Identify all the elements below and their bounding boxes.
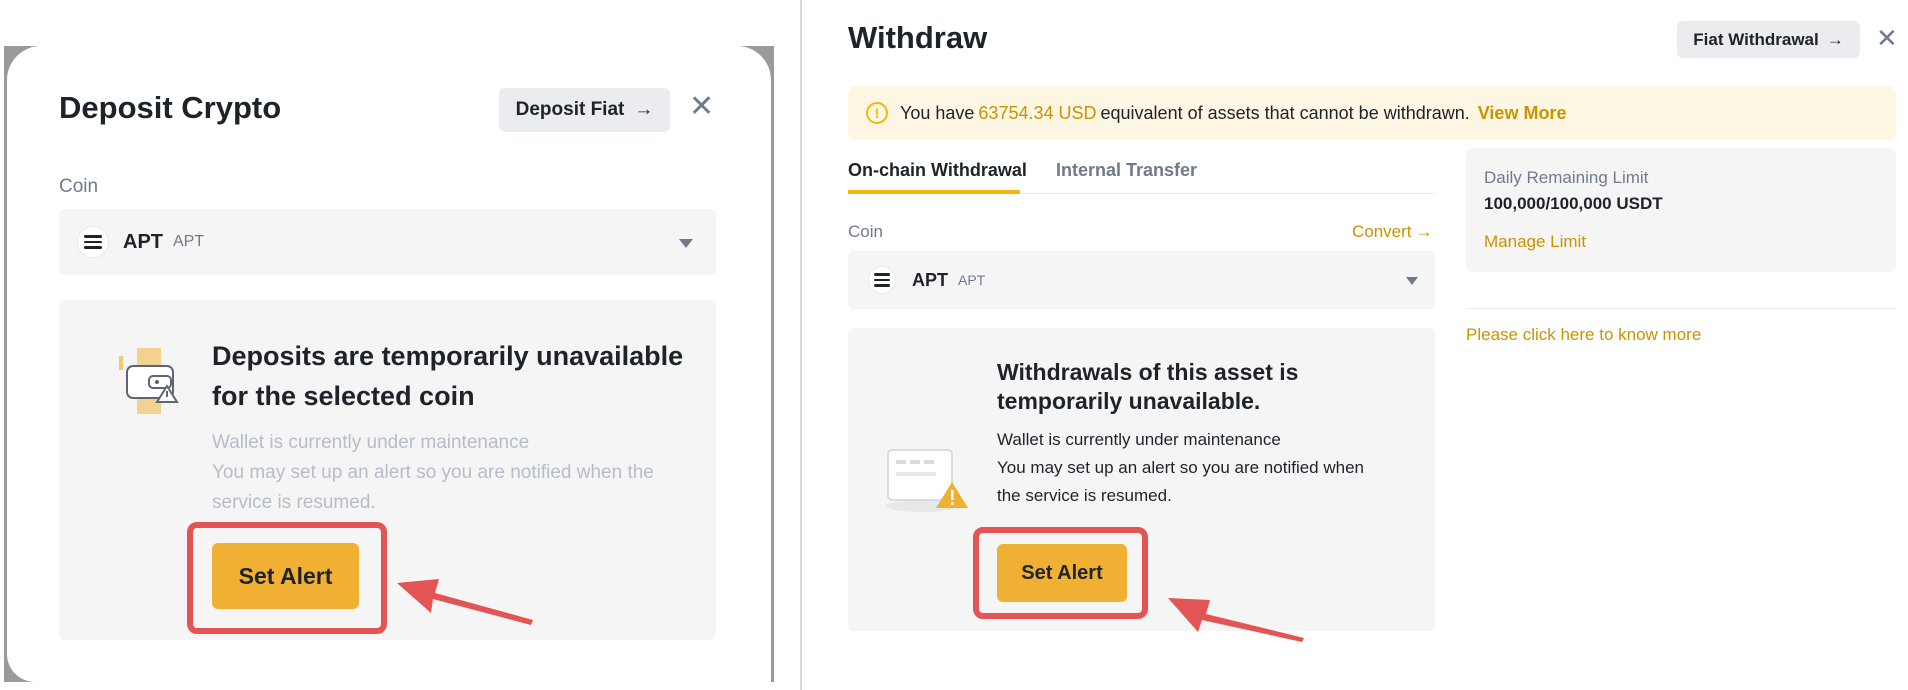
coin-name: APT: [912, 269, 948, 290]
highlight-box: [973, 527, 1148, 619]
withdraw-warning-banner: ! You have 63754.34 USD equivalent of as…: [848, 86, 1896, 140]
annotation-arrow: [1168, 598, 1304, 642]
coin-select[interactable]: APT APT: [848, 251, 1435, 309]
arrow-right-icon: →: [634, 99, 654, 120]
deposit-crypto-modal: Deposit Crypto Deposit Fiat → ✕ Coin APT…: [7, 46, 771, 682]
coin-name: APT: [123, 230, 163, 253]
arrow-right-icon: →: [1415, 222, 1433, 241]
coin-select[interactable]: APT APT: [59, 209, 716, 275]
deposit-unavailable-notice: Deposits are temporarily unavailable for…: [59, 300, 716, 640]
highlight-box: [187, 522, 387, 634]
deposit-fiat-button[interactable]: Deposit Fiat →: [499, 88, 670, 132]
apt-coin-icon: [77, 226, 109, 258]
active-tab-indicator: [848, 190, 1020, 194]
close-icon[interactable]: ✕: [689, 92, 714, 122]
tab-onchain-withdrawal[interactable]: On-chain Withdrawal: [848, 160, 1027, 181]
section-divider: [1466, 308, 1896, 309]
apt-coin-icon: [868, 266, 896, 294]
convert-link[interactable]: Convert →: [1352, 222, 1433, 242]
manage-limit-link[interactable]: Manage Limit: [1484, 232, 1586, 252]
limit-label: Daily Remaining Limit: [1484, 168, 1649, 187]
fiat-withdrawal-label: Fiat Withdrawal: [1693, 29, 1819, 49]
daily-limit-card: Daily Remaining Limit 100,000/100,000 US…: [1466, 148, 1896, 272]
close-icon[interactable]: ✕: [1876, 25, 1898, 51]
notice-body: Wallet is currently under maintenance Yo…: [212, 432, 654, 513]
wallet-warning-icon: [886, 449, 968, 512]
coin-ticker: APT: [958, 272, 986, 288]
limit-value: 100,000/100,000 USDT: [1484, 194, 1663, 213]
tab-internal-transfer[interactable]: Internal Transfer: [1056, 160, 1197, 181]
wallet-warning-icon: [119, 348, 179, 414]
caret-down-icon: [1406, 277, 1418, 285]
coin-label: Coin: [59, 176, 99, 197]
view-more-link[interactable]: View More: [1478, 103, 1567, 124]
deposit-fiat-label: Deposit Fiat: [515, 99, 625, 120]
fiat-withdrawal-button[interactable]: Fiat Withdrawal →: [1677, 21, 1860, 58]
notice-body: Wallet is currently under maintenance Yo…: [997, 430, 1364, 505]
panel-divider: [800, 0, 802, 690]
caret-down-icon: [679, 239, 693, 248]
arrow-right-icon: →: [1826, 29, 1844, 49]
annotation-arrow: [397, 579, 533, 625]
info-icon: !: [866, 102, 888, 124]
banner-suffix: equivalent of assets that cannot be with…: [1100, 102, 1470, 123]
notice-heading: Deposits are temporarily unavailable for…: [212, 341, 684, 411]
withdraw-title: Withdraw: [848, 20, 988, 55]
deposit-modal-title: Deposit Crypto: [59, 90, 282, 125]
coin-label: Coin: [848, 222, 883, 241]
banner-prefix: You have: [900, 102, 975, 123]
banner-amount: 63754.34 USD: [978, 102, 1097, 123]
coin-ticker: APT: [173, 233, 205, 250]
know-more-link[interactable]: Please click here to know more: [1466, 325, 1701, 345]
notice-heading: Withdrawals of this asset is temporarily…: [997, 359, 1299, 414]
